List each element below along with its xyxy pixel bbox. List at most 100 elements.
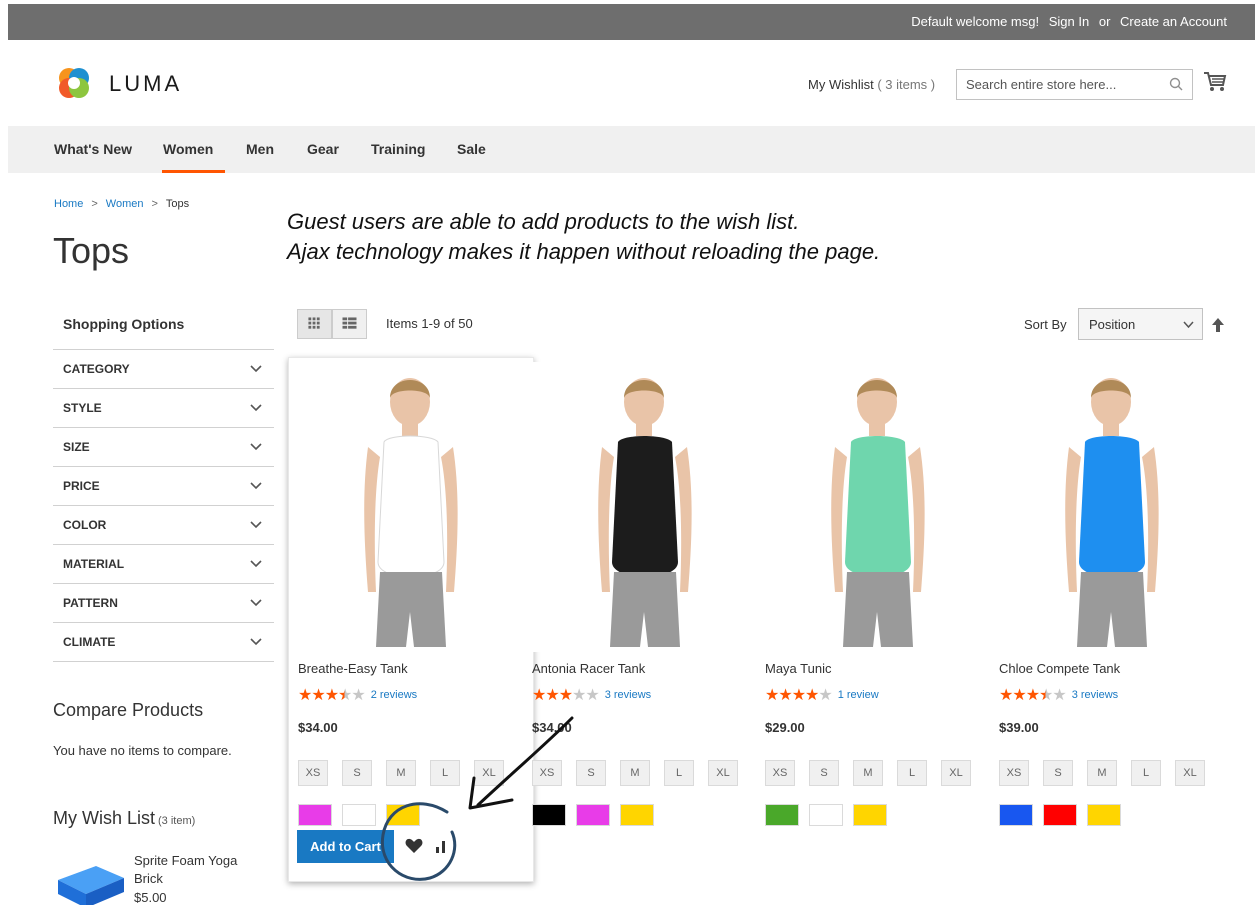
- star-icon: ★: [298, 687, 312, 704]
- breadcrumb-women[interactable]: Women: [106, 198, 144, 210]
- my-wish-list-title: My Wish List (3 item): [53, 808, 195, 829]
- product-name[interactable]: Chloe Compete Tank: [999, 661, 1120, 676]
- star-icon: ★: [1012, 687, 1026, 704]
- sign-in-link[interactable]: Sign In: [1049, 14, 1089, 29]
- color-swatch[interactable]: [532, 804, 566, 826]
- wish-list-count: (3 item): [158, 815, 196, 827]
- size-option[interactable]: M: [620, 760, 650, 786]
- logo-text: LUMA: [109, 71, 182, 96]
- product-name[interactable]: Maya Tunic: [765, 661, 831, 676]
- yoga-brick-image[interactable]: [56, 858, 126, 905]
- filter-size[interactable]: SIZE: [53, 428, 274, 467]
- color-swatch[interactable]: [999, 804, 1033, 826]
- annotation-text: Guest users are able to add products to …: [287, 207, 880, 267]
- cart-icon[interactable]: [1203, 71, 1227, 93]
- my-wishlist-link[interactable]: My Wishlist ( 3 items ): [808, 77, 935, 92]
- color-swatch[interactable]: [576, 804, 610, 826]
- arrow-up-icon[interactable]: [1212, 318, 1224, 332]
- nav-item-gear[interactable]: Gear: [307, 141, 339, 157]
- filter-label: PRICE: [63, 479, 100, 493]
- nav-item-whats-new[interactable]: What's New: [54, 141, 132, 157]
- size-option[interactable]: M: [853, 760, 883, 786]
- filter-color[interactable]: COLOR: [53, 506, 274, 545]
- nav-item-men[interactable]: Men: [246, 141, 274, 157]
- star-icon: ★: [311, 687, 325, 704]
- size-option[interactable]: XS: [999, 760, 1029, 786]
- product-image[interactable]: [298, 362, 523, 652]
- product-image[interactable]: [765, 362, 990, 652]
- product-rating: ★★★★★ 3 reviews: [532, 685, 651, 705]
- breadcrumb-home[interactable]: Home: [54, 198, 83, 210]
- star-icon: ★: [324, 687, 339, 704]
- size-options: XS S M L XL: [765, 760, 985, 786]
- size-option[interactable]: S: [342, 760, 372, 786]
- filter-pattern[interactable]: PATTERN: [53, 584, 274, 623]
- or-text: or: [1098, 14, 1111, 29]
- color-swatch[interactable]: [1087, 804, 1121, 826]
- product-name[interactable]: Breathe-Easy Tank: [298, 661, 408, 676]
- color-swatch[interactable]: [765, 804, 799, 826]
- reviews-link[interactable]: 3 reviews: [1072, 689, 1118, 701]
- grid-view-button[interactable]: [297, 309, 332, 339]
- search-input[interactable]: [957, 70, 1157, 99]
- list-view-button[interactable]: [332, 309, 367, 339]
- sort-by-value: Position: [1089, 317, 1136, 332]
- size-option[interactable]: S: [576, 760, 606, 786]
- compare-icon[interactable]: [434, 837, 448, 855]
- wishlist-count: ( 3 items ): [877, 77, 936, 92]
- filter-material[interactable]: MATERIAL: [53, 545, 274, 584]
- size-option[interactable]: L: [430, 760, 460, 786]
- reviews-link[interactable]: 1 review: [838, 689, 879, 701]
- size-option[interactable]: S: [1043, 760, 1073, 786]
- size-option[interactable]: XL: [474, 760, 504, 786]
- add-to-cart-button[interactable]: Add to Cart: [297, 830, 394, 863]
- nav-item-women[interactable]: Women: [163, 141, 213, 157]
- color-swatch[interactable]: [1043, 804, 1077, 826]
- size-option[interactable]: S: [809, 760, 839, 786]
- color-swatches: [999, 804, 1131, 831]
- main-nav: What's New Women Men Gear Training Sale: [8, 126, 1255, 173]
- breadcrumb-separator: >: [151, 198, 158, 210]
- color-swatch[interactable]: [853, 804, 887, 826]
- filter-price[interactable]: PRICE: [53, 467, 274, 506]
- size-option[interactable]: L: [1131, 760, 1161, 786]
- reviews-link[interactable]: 2 reviews: [371, 689, 417, 701]
- size-option[interactable]: XS: [765, 760, 795, 786]
- color-swatch[interactable]: [342, 804, 376, 826]
- search-icon[interactable]: [1169, 77, 1183, 91]
- reviews-link[interactable]: 3 reviews: [605, 689, 651, 701]
- color-swatch[interactable]: [386, 804, 420, 826]
- chevron-down-icon: [250, 365, 262, 373]
- size-option[interactable]: M: [386, 760, 416, 786]
- luma-logo[interactable]: LUMA: [54, 63, 194, 103]
- product-image[interactable]: [999, 362, 1224, 652]
- size-option[interactable]: XS: [532, 760, 562, 786]
- color-swatch[interactable]: [809, 804, 843, 826]
- star-icon: ★: [805, 687, 819, 704]
- nav-item-training[interactable]: Training: [371, 141, 425, 157]
- color-swatch[interactable]: [620, 804, 654, 826]
- product-name[interactable]: Antonia Racer Tank: [532, 661, 645, 676]
- heart-icon[interactable]: [405, 838, 423, 854]
- product-image[interactable]: [532, 362, 757, 652]
- wish-list-item-name[interactable]: Sprite Foam Yoga Brick: [134, 852, 264, 888]
- shopping-options-title: Shopping Options: [63, 316, 185, 332]
- size-option[interactable]: L: [664, 760, 694, 786]
- filter-style[interactable]: STYLE: [53, 389, 274, 428]
- filter-category[interactable]: CATEGORY: [53, 350, 274, 389]
- star-icon: ★: [351, 687, 365, 704]
- size-option[interactable]: M: [1087, 760, 1117, 786]
- create-account-link[interactable]: Create an Account: [1120, 14, 1227, 29]
- color-swatch[interactable]: [298, 804, 332, 826]
- size-option[interactable]: XL: [1175, 760, 1205, 786]
- size-option[interactable]: XL: [708, 760, 738, 786]
- sort-by-select[interactable]: Position: [1078, 308, 1203, 340]
- size-option[interactable]: XL: [941, 760, 971, 786]
- nav-item-sale[interactable]: Sale: [457, 141, 486, 157]
- color-swatches: [765, 804, 897, 831]
- size-option[interactable]: L: [897, 760, 927, 786]
- product-price: $34.00: [298, 720, 338, 735]
- size-option[interactable]: XS: [298, 760, 328, 786]
- star-icon: ★: [1052, 687, 1066, 704]
- filter-climate[interactable]: CLIMATE: [53, 623, 274, 662]
